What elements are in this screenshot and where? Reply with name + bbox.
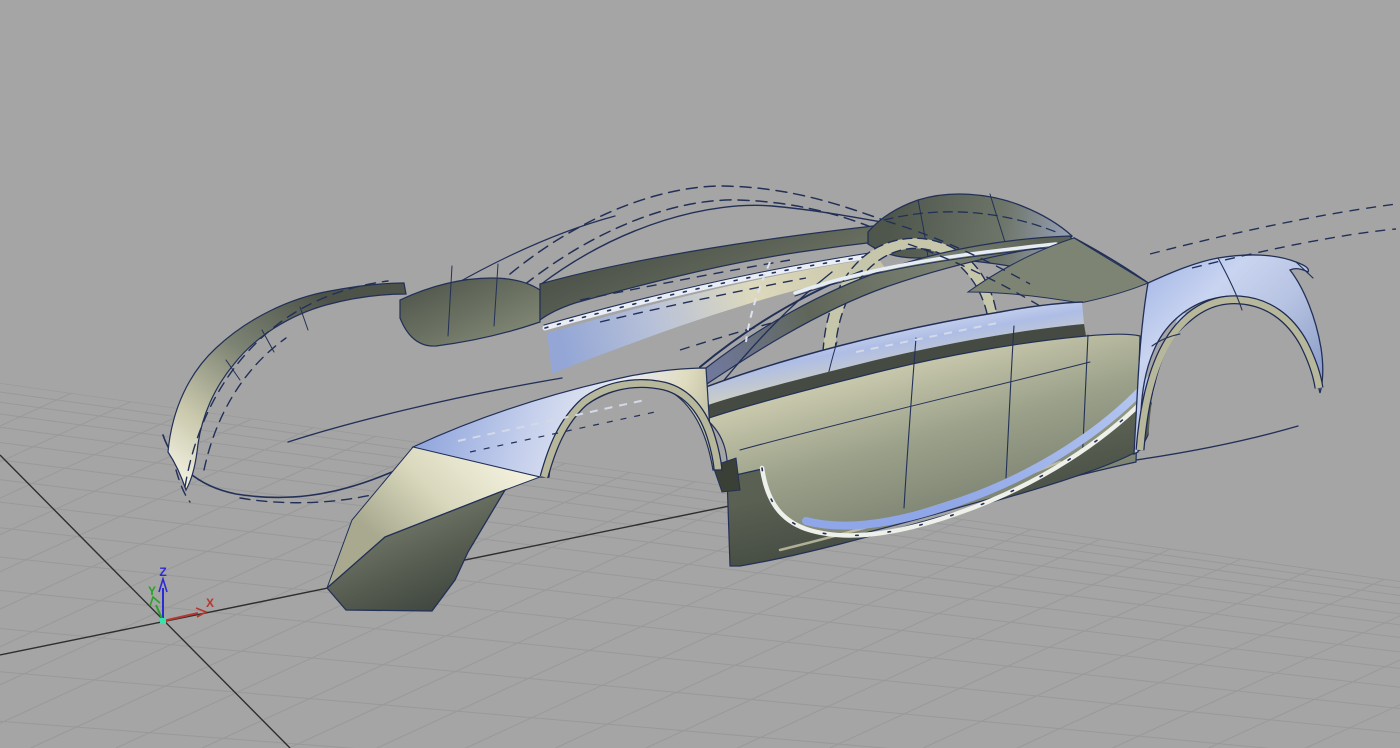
y-axis-label: Y: [148, 584, 156, 598]
x-axis-label: X: [206, 596, 214, 610]
cad-application-window: Z Y X: [0, 0, 1400, 748]
viewport-canvas[interactable]: Z Y X: [0, 0, 1400, 748]
origin-marker: [160, 618, 166, 624]
z-axis-label: Z: [159, 565, 166, 579]
